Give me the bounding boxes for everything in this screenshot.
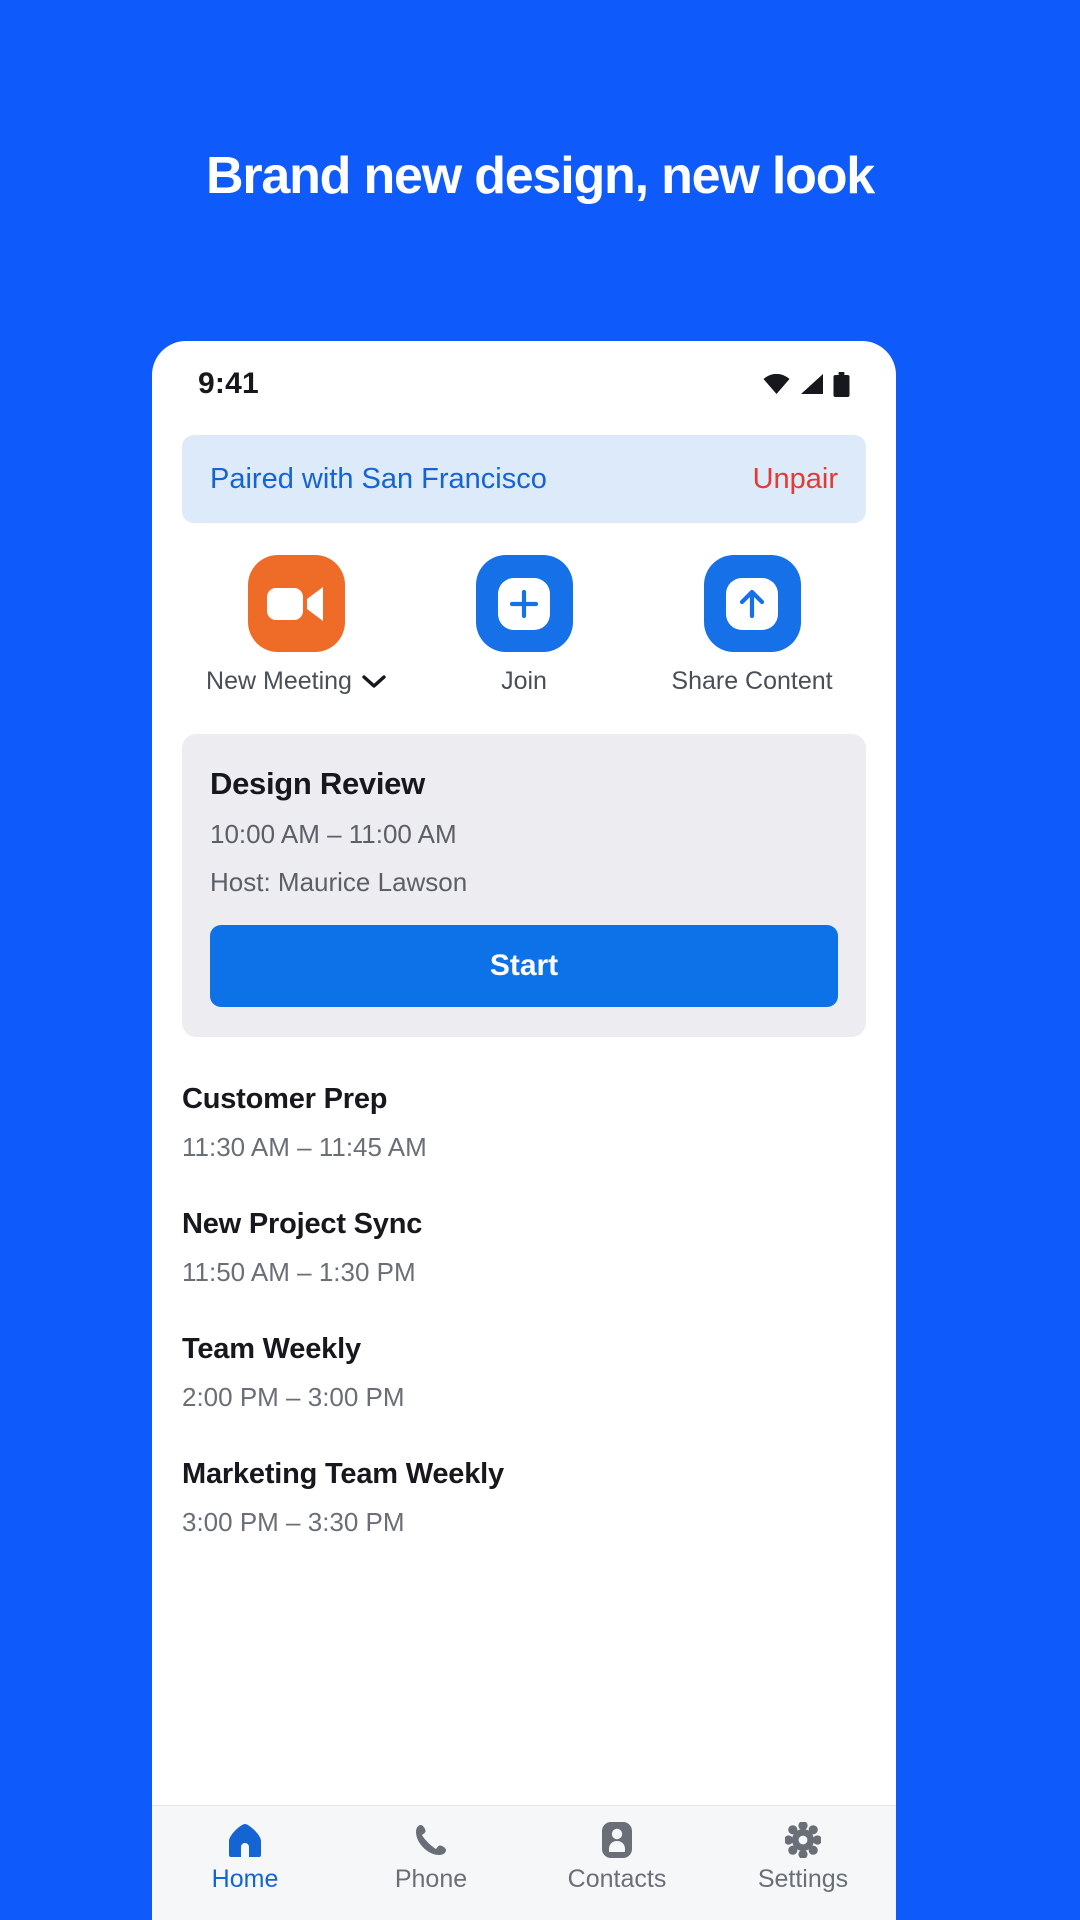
upload-arrow-icon xyxy=(726,577,778,630)
home-icon xyxy=(227,1822,263,1858)
featured-meeting-time: 10:00 AM – 11:00 AM xyxy=(210,819,457,849)
paired-banner: Paired with San Francisco Unpair xyxy=(182,435,866,523)
share-content-button[interactable] xyxy=(703,555,801,652)
meeting-time: 2:00 PM – 3:00 PM xyxy=(182,1382,405,1412)
action-new-meeting[interactable]: New Meeting xyxy=(182,555,410,696)
meeting-title: Team Weekly xyxy=(182,1333,361,1365)
action-label-text: Join xyxy=(501,667,547,695)
tab-label: Home xyxy=(211,1865,279,1893)
start-button[interactable]: Start xyxy=(210,925,838,1007)
join-label-row: Join xyxy=(501,667,547,696)
new-meeting-label-row: New Meeting xyxy=(206,667,386,696)
unpair-button[interactable]: Unpair xyxy=(753,463,838,496)
tab-label: Phone xyxy=(394,1865,468,1893)
meeting-list: Customer Prep 11:30 AM – 11:45 AM New Pr… xyxy=(182,1037,866,1805)
action-share-content[interactable]: Share Content xyxy=(638,555,866,696)
tab-settings[interactable]: Settings xyxy=(710,1822,896,1894)
tab-contacts[interactable]: Contacts xyxy=(524,1822,710,1894)
status-bar: 9:41 xyxy=(152,341,896,427)
tab-home[interactable]: Home xyxy=(152,1822,338,1894)
meeting-time: 11:30 AM – 11:45 AM xyxy=(182,1132,427,1162)
tab-label: Settings xyxy=(757,1865,849,1893)
paired-status-text: Paired with San Francisco xyxy=(210,462,547,495)
new-meeting-button[interactable] xyxy=(247,555,345,652)
action-label-text: New Meeting xyxy=(206,667,352,695)
list-item[interactable]: Customer Prep 11:30 AM – 11:45 AM xyxy=(182,1061,866,1186)
meeting-title: Customer Prep xyxy=(182,1083,388,1115)
list-item[interactable]: New Project Sync 11:50 AM – 1:30 PM xyxy=(182,1186,866,1311)
tab-phone[interactable]: Phone xyxy=(338,1822,524,1894)
action-label-text: Share Content xyxy=(671,667,833,695)
status-time: 9:41 xyxy=(198,367,259,400)
quick-actions: New Meeting Join Share Content xyxy=(182,555,866,696)
phone-icon xyxy=(414,1822,448,1858)
featured-meeting-title: Design Review xyxy=(210,766,425,801)
bottom-tab-bar: Home Phone Contacts Settings xyxy=(152,1805,896,1920)
featured-meeting-card[interactable]: Design Review 10:00 AM – 11:00 AM Host: … xyxy=(182,734,866,1037)
meeting-time: 11:50 AM – 1:30 PM xyxy=(182,1257,416,1287)
status-icons xyxy=(763,371,850,397)
list-item[interactable]: Team Weekly 2:00 PM – 3:00 PM xyxy=(182,1311,866,1436)
gear-icon xyxy=(785,1822,821,1858)
join-button[interactable] xyxy=(475,555,573,652)
contact-icon xyxy=(602,1822,632,1858)
action-join[interactable]: Join xyxy=(410,555,638,696)
wifi-icon xyxy=(763,374,790,394)
page-title: Brand new design, new look xyxy=(205,147,875,205)
chevron-down-icon[interactable] xyxy=(362,674,386,689)
signal-icon xyxy=(801,374,823,394)
meeting-title: Marketing Team Weekly xyxy=(182,1458,504,1490)
list-item[interactable]: Marketing Team Weekly 3:00 PM – 3:30 PM xyxy=(182,1436,866,1561)
meeting-title: New Project Sync xyxy=(182,1208,423,1240)
featured-meeting-host: Host: Maurice Lawson xyxy=(210,867,468,897)
video-camera-icon xyxy=(267,586,323,621)
battery-icon xyxy=(833,371,850,397)
tab-label: Contacts xyxy=(567,1865,667,1893)
meeting-time: 3:00 PM – 3:30 PM xyxy=(182,1507,405,1537)
plus-square-icon xyxy=(498,577,550,630)
phone-mockup: 9:41 Paired with San Francisco Unpair Ne… xyxy=(152,341,896,1920)
share-content-label-row: Share Content xyxy=(671,667,832,696)
